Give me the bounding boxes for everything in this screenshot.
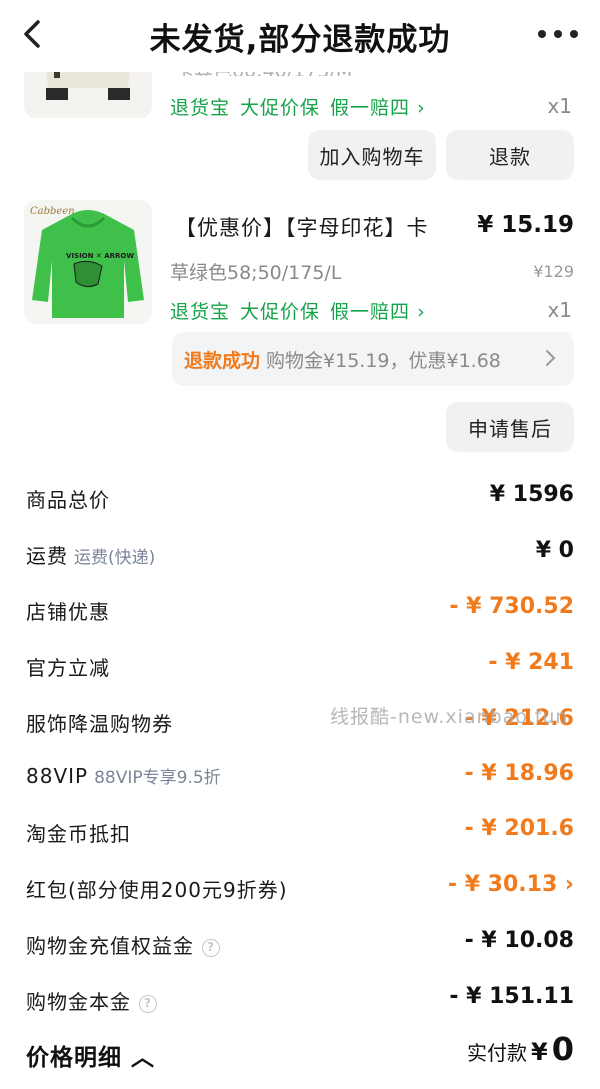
summary-value: - ¥ 241 bbox=[488, 650, 574, 675]
shipping-type: 运费(快递) bbox=[74, 548, 156, 568]
product-image-hoodie[interactable]: Cabbeen VISION ✕ ARROW bbox=[24, 200, 152, 324]
page-title: 未发货,部分退款成功 bbox=[149, 22, 451, 58]
actual-payment-currency: ¥ bbox=[531, 1038, 548, 1066]
help-icon[interactable]: ? bbox=[139, 995, 157, 1013]
summary-label: 88VIP 88VIP专享9.5折 bbox=[26, 764, 221, 788]
help-icon[interactable]: ? bbox=[202, 939, 220, 957]
summary-label: 购物金本金? bbox=[26, 986, 157, 1015]
summary-label: 店铺优惠 bbox=[26, 600, 110, 624]
product1-qty: x1 bbox=[547, 94, 572, 118]
summary-value: ¥ 0 bbox=[535, 538, 574, 563]
summary-value: - ¥ 151.11 bbox=[449, 984, 574, 1009]
product1-service-tags[interactable]: 退货宝 大促价保 假一赔四 › bbox=[170, 93, 436, 120]
summary-row-taojinbi: 淘金币抵扣 - ¥ 201.6 bbox=[26, 812, 574, 852]
actual-payment-label: 实付款 bbox=[467, 1041, 528, 1065]
vip-note: 88VIP专享9.5折 bbox=[94, 768, 221, 788]
refund-status: 退款成功 bbox=[184, 349, 261, 372]
summary-value: - ¥ 30.13 › bbox=[447, 872, 574, 897]
watermark: 线报酷-new.xianbao.fun bbox=[330, 706, 569, 728]
actual-payment-value: 0 bbox=[551, 1030, 574, 1068]
chevron-right-icon bbox=[546, 350, 556, 366]
more-options-icon[interactable] bbox=[538, 20, 578, 48]
summary-value: - ¥ 201.6 bbox=[464, 816, 574, 841]
svg-text:Cabbeen: Cabbeen bbox=[30, 206, 75, 217]
summary-label: 购物金充值权益金? bbox=[26, 930, 220, 959]
tag-price-protection: 大促价保 bbox=[240, 97, 321, 119]
summary-row-total: 商品总价 ¥ 1596 bbox=[26, 478, 574, 518]
summary-label: 官方立减 bbox=[26, 656, 110, 680]
refund-status-box[interactable]: 退款成功 购物金¥15.19，优惠¥1.68 bbox=[172, 332, 574, 386]
summary-value: ¥ 1596 bbox=[489, 482, 574, 507]
summary-row-shopping-gold-bonus: 购物金充值权益金? - ¥ 10.08 bbox=[26, 924, 574, 964]
product2-name[interactable]: 【优惠价】【字母印花】卡 bbox=[175, 212, 429, 242]
summary-label: 运费 运费(快递) bbox=[26, 544, 156, 568]
price-detail-toggle[interactable]: 价格明细 ︿ bbox=[26, 1038, 155, 1072]
refund-button[interactable]: 退款 bbox=[446, 130, 574, 180]
refund-detail: 购物金¥15.19，优惠¥1.68 bbox=[266, 349, 501, 372]
product2-service-tags[interactable]: 退货宝 大促价保 假一赔四 › bbox=[170, 297, 436, 324]
summary-row-official-discount: 官方立减 - ¥ 241 bbox=[26, 646, 574, 686]
tag-fake-compensation: 假一赔四 › bbox=[330, 301, 426, 323]
actual-payment: 实付款 ¥0 bbox=[467, 1030, 574, 1068]
apply-aftersale-button[interactable]: 申请售后 bbox=[446, 402, 574, 452]
product2-qty: x1 bbox=[547, 298, 572, 322]
product2-original-price: ¥129 bbox=[533, 262, 574, 281]
product2-price: ¥ 15.19 bbox=[477, 212, 574, 238]
summary-value: - ¥ 730.52 bbox=[449, 594, 574, 619]
summary-value: - ¥ 18.96 bbox=[464, 761, 574, 786]
summary-label: 淘金币抵扣 bbox=[26, 822, 131, 846]
summary-row-shipping: 运费 运费(快递) ¥ 0 bbox=[26, 534, 574, 574]
summary-row-red-packet[interactable]: 红包(部分使用200元9折券) - ¥ 30.13 › bbox=[26, 868, 574, 908]
add-to-cart-button[interactable]: 加入购物车 bbox=[308, 130, 436, 180]
tag-return-insurance: 退货宝 bbox=[170, 97, 231, 119]
summary-row-shop-discount: 店铺优惠 - ¥ 730.52 bbox=[26, 590, 574, 630]
summary-label: 服饰降温购物券 bbox=[26, 712, 173, 736]
tag-price-protection: 大促价保 bbox=[240, 301, 321, 323]
summary-row-shopping-gold-principal: 购物金本金? - ¥ 151.11 bbox=[26, 980, 574, 1020]
summary-value: - ¥ 10.08 bbox=[464, 928, 574, 953]
summary-label: 红包(部分使用200元9折券) bbox=[26, 878, 288, 902]
tag-fake-compensation: 假一赔四 › bbox=[330, 97, 426, 119]
svg-text:VISION ✕ ARROW: VISION ✕ ARROW bbox=[66, 252, 134, 260]
product2-sku: 草绿色58;50/175/L bbox=[170, 262, 342, 284]
summary-label: 商品总价 bbox=[26, 488, 110, 512]
summary-row-88vip: 88VIP 88VIP专享9.5折 - ¥ 18.96 bbox=[26, 757, 574, 797]
header-bar: 未发货,部分退款成功 bbox=[0, 0, 600, 72]
tag-return-insurance: 退货宝 bbox=[170, 301, 231, 323]
